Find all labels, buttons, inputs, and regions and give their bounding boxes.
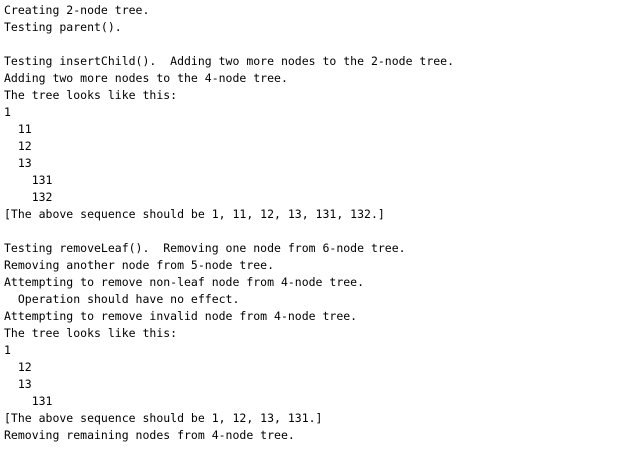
console-line: 132 xyxy=(4,190,53,204)
console-line: 1 xyxy=(4,343,11,357)
console-line: The tree looks like this: xyxy=(4,326,178,340)
console-line: Operation should have no effect. xyxy=(4,292,240,306)
console-line: Adding two more nodes to the 4-node tree… xyxy=(4,71,288,85)
console-line: [The above sequence should be 1, 12, 13,… xyxy=(4,411,323,425)
console-line: Attempting to remove non-leaf node from … xyxy=(4,275,365,289)
console-line: [The above sequence should be 1, 11, 12,… xyxy=(4,207,385,221)
console-line: Testing parent(). xyxy=(4,20,122,34)
console-output: Creating 2-node tree. Testing parent(). … xyxy=(4,2,617,444)
console-line: Attempting to remove invalid node from 4… xyxy=(4,309,358,323)
console-line: Testing removeLeaf(). Removing one node … xyxy=(4,241,406,255)
console-line: 12 xyxy=(4,139,32,153)
console-line: Removing remaining nodes from 4-node tre… xyxy=(4,428,295,442)
console-line: 131 xyxy=(4,394,53,408)
console-line: Testing insertChild(). Adding two more n… xyxy=(4,54,455,68)
console-line: Removing another node from 5-node tree. xyxy=(4,258,275,272)
console-line: Creating 2-node tree. xyxy=(4,3,150,17)
console-line: 13 xyxy=(4,156,32,170)
console-line: The tree looks like this: xyxy=(4,88,178,102)
console-line: 1 xyxy=(4,105,11,119)
console-line: 12 xyxy=(4,360,32,374)
console-line: 13 xyxy=(4,377,32,391)
console-line: 131 xyxy=(4,173,53,187)
console-line: 11 xyxy=(4,122,32,136)
